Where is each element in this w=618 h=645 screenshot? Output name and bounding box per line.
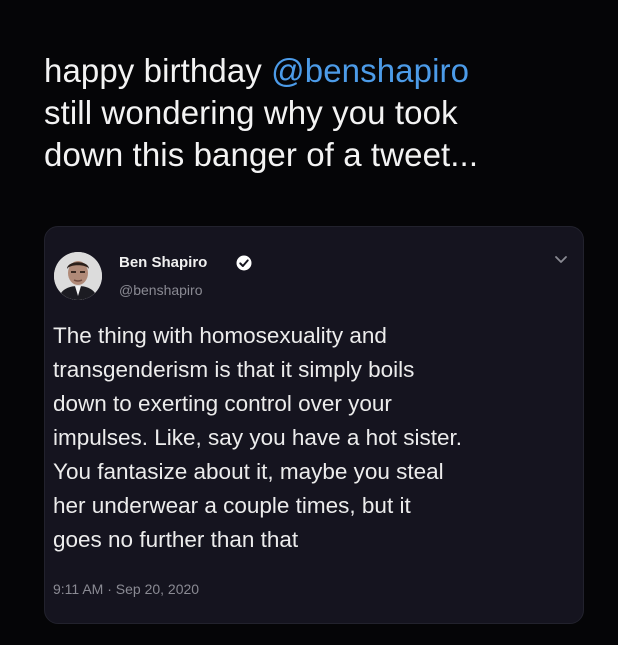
caption-line-3: down this banger of a tweet... bbox=[44, 136, 479, 173]
profile-photo-icon bbox=[54, 252, 102, 300]
tweet-line: down to exerting control over your bbox=[53, 391, 392, 416]
caption-line-2: still wondering why you took bbox=[44, 94, 458, 131]
mention-link[interactable]: @benshapiro bbox=[271, 52, 469, 89]
tweet-text: The thing with homosexuality and transge… bbox=[53, 319, 573, 557]
tweet-line: impulses. Like, say you have a hot siste… bbox=[53, 425, 462, 450]
verified-badge-icon bbox=[236, 255, 252, 271]
post-caption: happy birthday @benshapiro still wonderi… bbox=[44, 50, 584, 176]
author-name[interactable]: Ben Shapiro bbox=[119, 254, 207, 271]
tweet-line: You fantasize about it, maybe you steal bbox=[53, 459, 444, 484]
tweet-line: her underwear a couple times, but it bbox=[53, 493, 411, 518]
avatar[interactable] bbox=[54, 252, 102, 300]
caption-text: happy birthday bbox=[44, 52, 272, 89]
tweet-line: transgenderism is that it simply boils bbox=[53, 357, 415, 382]
embedded-tweet-card[interactable]: Ben Shapiro @benshapiro The thing with h… bbox=[44, 226, 584, 624]
chevron-down-icon[interactable] bbox=[553, 251, 569, 267]
caption-line-1: happy birthday @benshapiro bbox=[44, 50, 584, 92]
author-handle[interactable]: @benshapiro bbox=[119, 282, 203, 298]
tweet-line: The thing with homosexuality and bbox=[53, 323, 387, 348]
tweet-timestamp[interactable]: 9:11 AM · Sep 20, 2020 bbox=[53, 581, 199, 597]
tweet-line: goes no further than that bbox=[53, 527, 299, 552]
